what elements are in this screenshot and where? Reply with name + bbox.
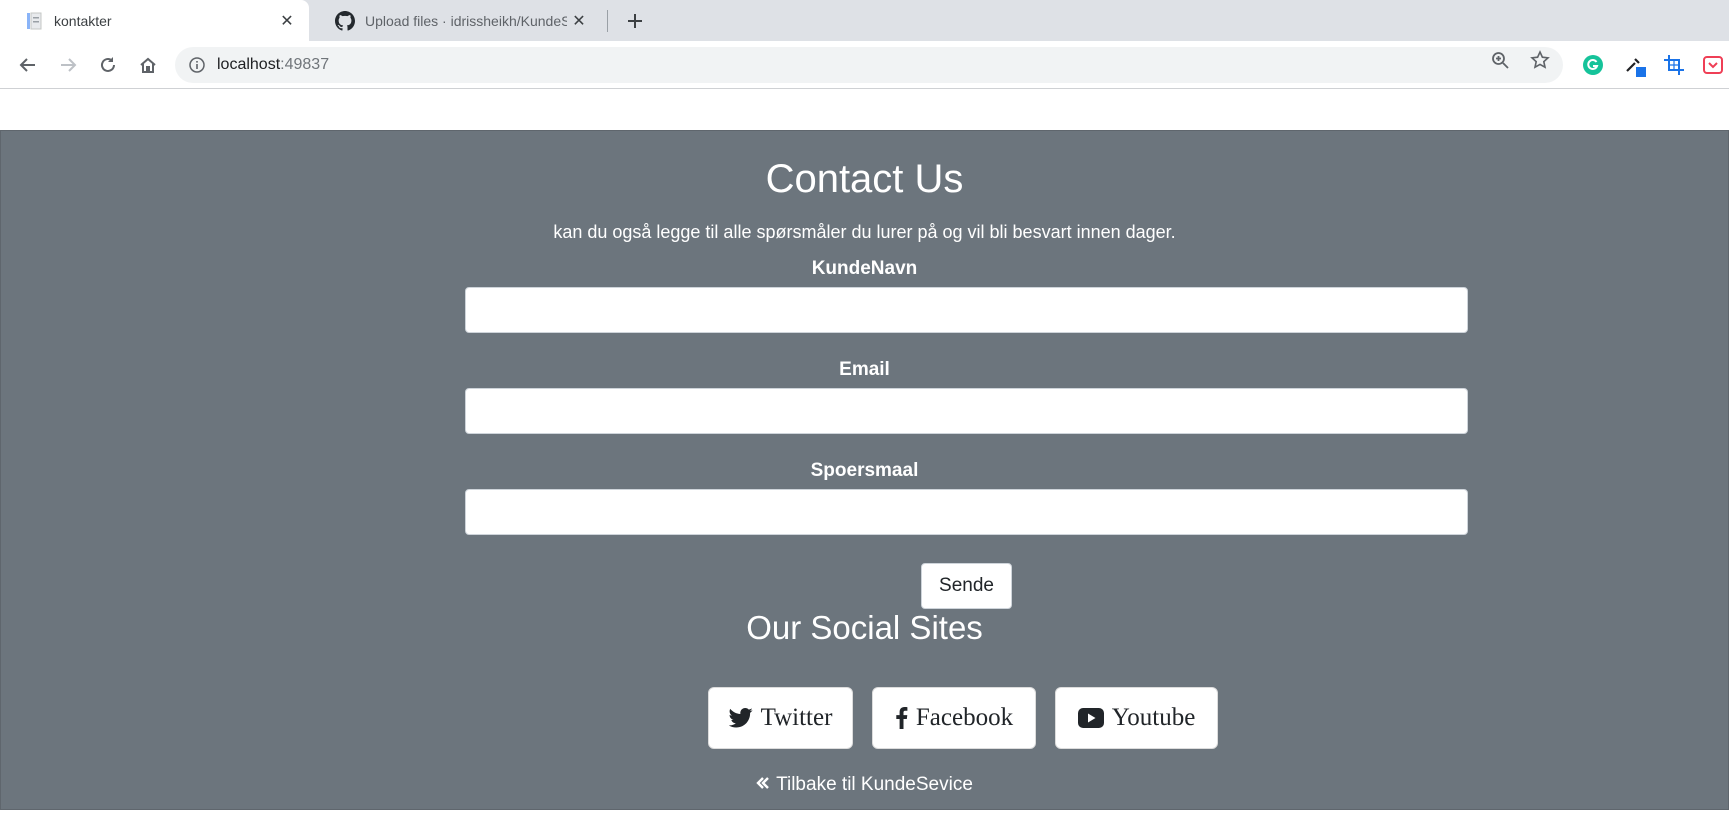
social-heading: Our Social Sites [746,609,983,646]
document-icon [24,11,44,31]
tab-separator [607,10,608,32]
url-host: localhost [217,56,281,73]
facebook-icon [895,707,908,729]
grammarly-icon[interactable] [1580,52,1606,78]
star-icon[interactable] [1529,49,1551,71]
kundenavn-label: KundeNavn [811,258,918,279]
back-to-kundeservice-link[interactable]: Tilbake til KundeSevice [1,774,1728,796]
double-chevron-left-icon [756,774,770,796]
reload-icon[interactable] [95,52,121,78]
pocket-icon[interactable] [1700,52,1726,78]
youtube-label: Youtube [1111,704,1196,731]
address-bar[interactable]: localhost:49837 [175,47,1563,83]
close-icon[interactable]: ✕ [567,9,591,33]
page-body: Contact Us kan du også legge til alle sp… [0,90,1729,838]
kundenavn-input[interactable] [465,287,1468,333]
email-label: Email [839,359,890,380]
browser-tabstrip: kontakter ✕ Upload files · idrissheikh/K… [0,0,1729,41]
youtube-button[interactable]: Youtube [1055,687,1218,749]
tab-github-upload[interactable]: Upload files · idrissheikh/KundeS ✕ [311,0,601,41]
email-input[interactable] [465,388,1468,434]
back-arrow-icon[interactable] [15,52,41,78]
youtube-icon [1077,708,1104,728]
browser-toolbar: localhost:49837 [0,41,1729,89]
home-icon[interactable] [135,52,161,78]
github-icon [335,10,355,31]
spoersmaal-label: Spoersmaal [810,460,919,481]
contact-section: Contact Us kan du også legge til alle sp… [0,130,1729,810]
new-tab-icon[interactable] [622,8,648,34]
facebook-label: Facebook [915,704,1014,731]
close-icon[interactable]: ✕ [275,9,299,33]
contact-subtext: kan du også legge til alle spørsmåler du… [553,222,1176,242]
facebook-button[interactable]: Facebook [872,687,1036,749]
send-button[interactable]: Sende [921,563,1012,609]
eyedropper-icon[interactable] [1622,52,1648,78]
tab-title: kontakter [54,12,112,29]
twitter-icon [728,708,753,728]
url-port: :49837 [280,56,330,73]
spoersmaal-input[interactable] [465,489,1468,535]
forward-arrow-icon[interactable] [55,52,81,78]
twitter-label: Twitter [760,704,833,731]
zoom-icon[interactable] [1489,49,1511,71]
crop-icon[interactable] [1661,52,1687,78]
tab-kontakter[interactable]: kontakter ✕ [0,0,309,41]
back-link-label: Tilbake til KundeSevice [776,774,973,795]
tab-title: Upload files · idrissheikh/KundeS [365,12,567,29]
page-title: Contact Us [765,157,964,201]
info-icon[interactable] [187,55,207,75]
twitter-button[interactable]: Twitter [708,687,853,749]
